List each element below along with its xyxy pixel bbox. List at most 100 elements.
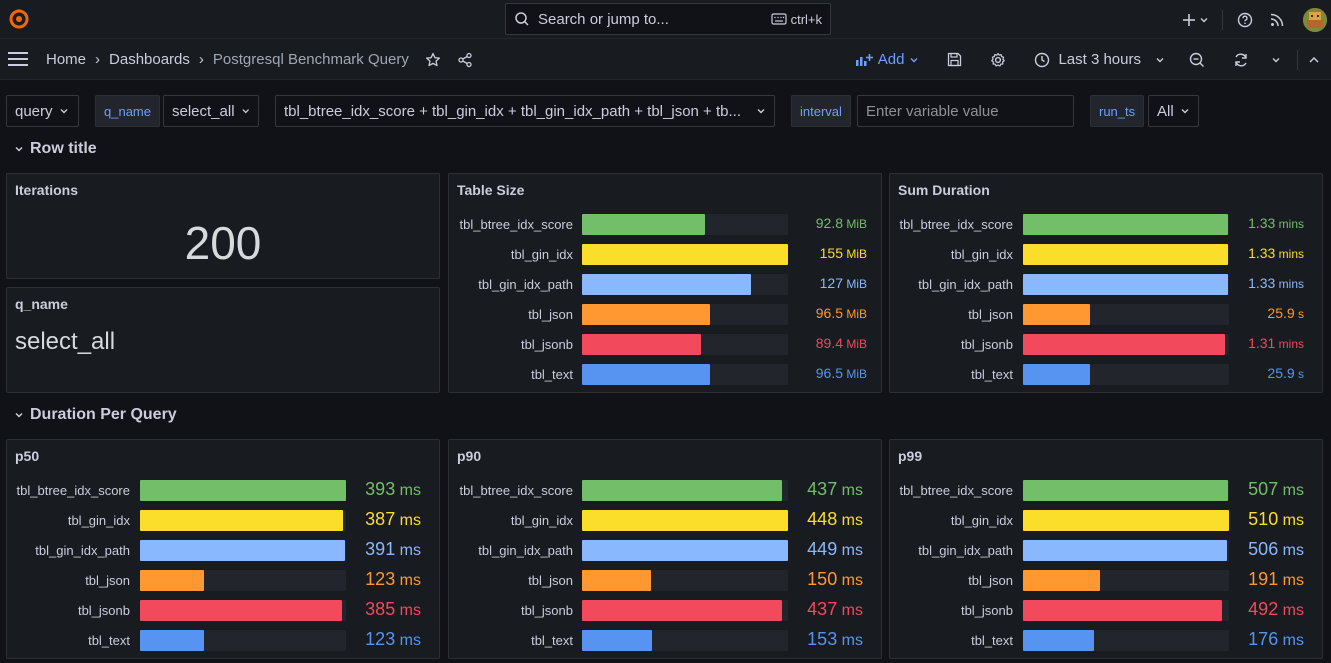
save-icon bbox=[948, 52, 962, 67]
row-header-row-title[interactable]: Row title bbox=[14, 140, 97, 158]
query-variable-select[interactable]: query bbox=[6, 95, 79, 127]
clock-icon bbox=[1035, 52, 1050, 67]
bar-value: 153 ms bbox=[807, 629, 863, 650]
bar-fill bbox=[1023, 364, 1090, 385]
bar-label: tbl_gin_idx bbox=[950, 247, 1013, 262]
bar-fill bbox=[582, 244, 788, 265]
bar-row: tbl_jsonb 385 ms bbox=[7, 596, 439, 626]
bar-fill bbox=[1023, 244, 1228, 265]
bar-fill bbox=[582, 304, 710, 325]
refresh-interval-button[interactable] bbox=[1271, 55, 1281, 65]
bar-value-number: 393 bbox=[365, 479, 396, 499]
star-button[interactable] bbox=[425, 52, 441, 68]
user-avatar[interactable] bbox=[1303, 7, 1327, 32]
bar-fill bbox=[582, 334, 701, 355]
bar-row: tbl_json 96.5 MiB bbox=[449, 300, 881, 330]
news-button[interactable] bbox=[1257, 0, 1297, 39]
menu-icon[interactable] bbox=[8, 51, 28, 67]
bar-label: tbl_gin_idx bbox=[950, 513, 1013, 528]
query-variable-label: query bbox=[15, 102, 53, 120]
bar-value-number: 1.33 bbox=[1248, 245, 1276, 261]
plus-icon bbox=[1182, 13, 1195, 26]
refresh-button[interactable] bbox=[1233, 52, 1249, 68]
panel-title: Table Size bbox=[457, 182, 525, 198]
bar-label: tbl_json bbox=[528, 573, 573, 588]
breadcrumb-home[interactable]: Home bbox=[46, 51, 86, 68]
bar-value-number: 448 bbox=[807, 509, 838, 529]
bar-label: tbl_gin_idx_path bbox=[918, 543, 1013, 558]
bar-value: 391 ms bbox=[365, 539, 421, 560]
time-range-picker[interactable]: Last 3 hours bbox=[1034, 51, 1165, 68]
bar-label: tbl_json bbox=[85, 573, 130, 588]
panel-title: q_name bbox=[15, 296, 68, 312]
run-ts-variable-select[interactable]: All bbox=[1148, 95, 1199, 127]
bar-value-number: 123 bbox=[365, 569, 396, 589]
bar-row: tbl_text 153 ms bbox=[449, 626, 881, 656]
bar-value: 1.31 mins bbox=[1248, 335, 1304, 351]
bar-value: 25.9 s bbox=[1267, 365, 1304, 381]
bar-value: 123 ms bbox=[365, 629, 421, 650]
bar-value-unit: ms bbox=[395, 542, 421, 559]
q-name-panel: q_name select_all bbox=[6, 287, 440, 393]
bar-value-unit: MiB bbox=[843, 247, 867, 261]
bar-label: tbl_gin_idx bbox=[67, 513, 130, 528]
search-placeholder: Search or jump to... bbox=[538, 10, 669, 28]
bar-track bbox=[1023, 334, 1229, 355]
bar-value-number: 89.4 bbox=[815, 335, 843, 351]
settings-button[interactable] bbox=[990, 52, 1006, 68]
bar-track bbox=[582, 244, 788, 265]
bar-track bbox=[140, 600, 346, 621]
bar-track bbox=[582, 214, 788, 235]
bar-label: tbl_gin_idx_path bbox=[478, 277, 573, 292]
q-name-variable-select[interactable]: select_all bbox=[163, 95, 259, 127]
bar-fill bbox=[1023, 334, 1225, 355]
bar-label: tbl_btree_idx_score bbox=[16, 483, 130, 498]
search-bar[interactable]: Search or jump to... ctrl+k bbox=[505, 3, 831, 35]
bar-value-unit: MiB bbox=[843, 277, 867, 291]
bar-track bbox=[1023, 540, 1229, 561]
q-name-value: select_all bbox=[172, 102, 235, 120]
bar-value: 492 ms bbox=[1248, 599, 1304, 620]
add-button[interactable]: Add bbox=[855, 51, 920, 68]
bar-value-number: 387 bbox=[365, 509, 396, 529]
bar-row: tbl_gin_idx 448 ms bbox=[449, 506, 881, 536]
breadcrumb-dashboards[interactable]: Dashboards bbox=[109, 51, 190, 68]
top-right-actions bbox=[1178, 0, 1331, 39]
chevron-down-icon bbox=[757, 109, 765, 114]
breadcrumb-current: Postgresql Benchmark Query bbox=[212, 51, 409, 68]
bar-value-number: 385 bbox=[365, 599, 396, 619]
zoom-out-button[interactable] bbox=[1189, 52, 1205, 68]
bar-value-unit: ms bbox=[395, 482, 421, 499]
bar-value: 176 ms bbox=[1248, 629, 1304, 650]
save-button[interactable] bbox=[947, 52, 962, 67]
bar-track bbox=[582, 480, 788, 501]
bar-value-number: 492 bbox=[1248, 599, 1279, 619]
table-size-panel: Table Size tbl_btree_idx_score 92.8 MiB tb… bbox=[448, 173, 882, 393]
row-header-duration-per-query[interactable]: Duration Per Query bbox=[14, 406, 177, 424]
bar-track bbox=[1023, 600, 1229, 621]
bar-label: tbl_text bbox=[971, 367, 1013, 382]
bar-track bbox=[140, 630, 346, 651]
tables-variable-select[interactable]: tbl_btree_idx_score + tbl_gin_idx + tbl_… bbox=[275, 95, 775, 127]
bar-track bbox=[1023, 304, 1229, 325]
new-button[interactable] bbox=[1178, 0, 1212, 39]
share-button[interactable] bbox=[457, 52, 473, 68]
q-name-stat-value: select_all bbox=[15, 328, 116, 355]
bar-fill bbox=[582, 274, 751, 295]
bar-fill bbox=[1023, 480, 1228, 501]
interval-variable-input[interactable]: Enter variable value bbox=[857, 95, 1074, 127]
collapse-button[interactable] bbox=[1308, 54, 1320, 66]
shortcut-text: ctrl+k bbox=[790, 11, 822, 27]
bar-track bbox=[140, 480, 346, 501]
bar-row: tbl_btree_idx_score 1.33 mins bbox=[890, 210, 1322, 240]
help-button[interactable] bbox=[1233, 0, 1257, 39]
q-name-variable-label: q_name bbox=[95, 95, 160, 127]
gear-icon bbox=[991, 52, 1006, 67]
bar-row: tbl_gin_idx_path 127 MiB bbox=[449, 270, 881, 300]
bar-track bbox=[582, 600, 788, 621]
bar-value: 393 ms bbox=[365, 479, 421, 500]
bar-label: tbl_jsonb bbox=[77, 603, 130, 618]
bar-value: 437 ms bbox=[807, 479, 863, 500]
grafana-logo-icon[interactable] bbox=[8, 8, 30, 30]
top-bar: Search or jump to... ctrl+k bbox=[0, 0, 1331, 39]
